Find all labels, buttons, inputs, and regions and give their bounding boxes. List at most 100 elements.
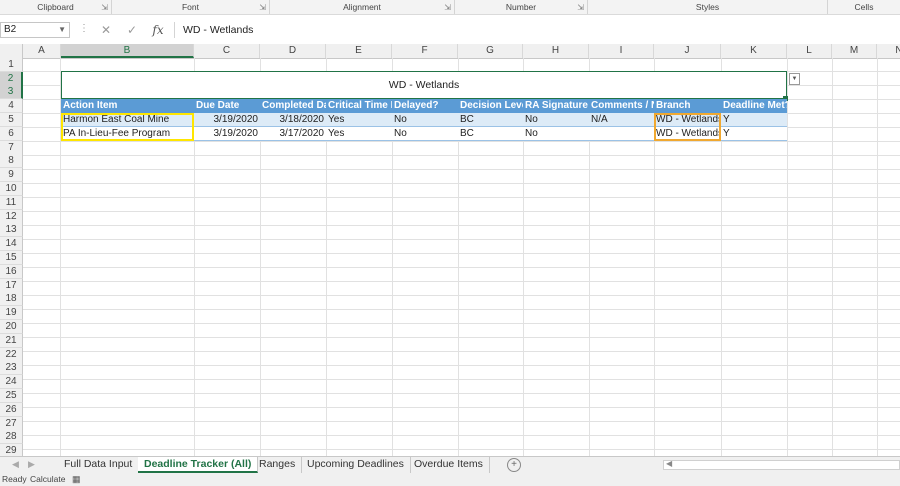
table-cell[interactable]: N/A [589, 113, 654, 127]
table-cell[interactable]: 3/18/2020 [260, 113, 326, 127]
row-header[interactable]: 16 [0, 265, 23, 279]
row-header[interactable]: 9 [0, 168, 23, 182]
row-header[interactable]: 23 [0, 361, 23, 375]
chevron-left-icon[interactable]: ◀ [666, 459, 672, 468]
row-header[interactable]: 17 [0, 279, 23, 293]
table-header-cell[interactable]: Completed Dat [260, 99, 326, 113]
row-header[interactable]: 2 [0, 72, 23, 86]
horizontal-scrollbar[interactable]: ◀ [663, 459, 900, 470]
column-header[interactable]: L [787, 44, 832, 58]
insert-function-button[interactable]: fx [148, 22, 168, 38]
column-header[interactable]: F [392, 44, 458, 58]
table-header-cell[interactable]: RA Signature R [523, 99, 589, 113]
sheet-tab-active[interactable]: Deadline Tracker (All) [138, 457, 259, 473]
column-header[interactable]: C [194, 44, 260, 58]
add-sheet-icon[interactable]: + [507, 458, 521, 472]
column-header[interactable]: K [721, 44, 787, 58]
table-header-cell[interactable]: Branch [654, 99, 721, 113]
table-header-cell[interactable]: Deadline Met? [721, 99, 787, 113]
cancel-entry-button[interactable]: ✕ [96, 22, 116, 38]
more-options-icon[interactable]: ⋮ [79, 23, 89, 34]
row-header[interactable]: 28 [0, 430, 23, 444]
select-all-button[interactable] [0, 44, 23, 58]
column-header[interactable]: E [326, 44, 392, 58]
sheet-tab[interactable]: Full Data Input [58, 457, 140, 473]
table-cell[interactable]: WD - Wetlands [654, 113, 721, 127]
row-header[interactable]: 14 [0, 237, 23, 251]
column-header[interactable]: B [61, 44, 194, 58]
table-header-cell[interactable]: Comments / N [589, 99, 654, 113]
row-header[interactable]: 20 [0, 320, 23, 334]
column-header[interactable]: I [589, 44, 654, 58]
macro-record-icon[interactable]: ▦ [72, 473, 81, 486]
table-header-cell[interactable]: Action Item [61, 99, 194, 113]
ribbon-group-alignment: Alignment ⇲ [270, 0, 455, 14]
dialog-launcher-icon[interactable]: ⇲ [259, 1, 266, 15]
sheet-tab[interactable]: Ranges [253, 457, 303, 473]
row-header[interactable]: 7 [0, 141, 23, 155]
row-header[interactable]: 22 [0, 348, 23, 362]
table-cell[interactable]: No [392, 127, 458, 141]
table-cell[interactable]: Yes [326, 127, 392, 141]
merged-title-cell[interactable]: WD - Wetlands [61, 71, 787, 99]
row-header[interactable]: 3 [0, 85, 23, 99]
table-header-cell[interactable]: Due Date [194, 99, 260, 113]
sheet-tab[interactable]: Overdue Items [408, 457, 490, 473]
row-header[interactable]: 19 [0, 306, 23, 320]
status-calculate[interactable]: Calculate [30, 473, 65, 486]
chevron-left-icon[interactable]: ◀ [12, 459, 19, 470]
row-header[interactable]: 11 [0, 196, 23, 210]
column-header[interactable]: D [260, 44, 326, 58]
table-cell[interactable]: BC [458, 113, 523, 127]
column-header[interactable]: G [458, 44, 523, 58]
row-header[interactable]: 6 [0, 127, 23, 141]
row-header[interactable]: 15 [0, 251, 23, 265]
row-header[interactable]: 12 [0, 210, 23, 224]
row-header[interactable]: 8 [0, 154, 23, 168]
chevron-down-icon[interactable]: ▼ [789, 73, 800, 85]
table-cell[interactable]: 3/17/2020 [260, 127, 326, 141]
ribbon-group-bar: Clipboard ⇲ Font ⇲ Alignment ⇲ Number ⇲ … [0, 0, 900, 15]
chevron-down-icon[interactable]: ▼ [58, 23, 66, 37]
row-header[interactable]: 27 [0, 417, 23, 431]
table-header-cell[interactable]: Critical Time Li [326, 99, 392, 113]
table-cell[interactable]: Harmon East Coal Mine [61, 113, 194, 127]
chevron-right-icon[interactable]: ▶ [28, 459, 35, 470]
row-header[interactable]: 4 [0, 99, 23, 113]
table-header-cell[interactable]: Delayed? [392, 99, 458, 113]
table-cell[interactable] [589, 127, 654, 141]
table-cell[interactable]: BC [458, 127, 523, 141]
row-header[interactable]: 13 [0, 223, 23, 237]
table-cell[interactable]: Y [721, 113, 787, 127]
table-cell[interactable]: 3/19/2020 [194, 113, 260, 127]
column-header[interactable]: M [832, 44, 877, 58]
row-header[interactable]: 25 [0, 389, 23, 403]
table-cell[interactable]: No [523, 127, 589, 141]
sheet-tab[interactable]: Upcoming Deadlines [301, 457, 411, 473]
column-header[interactable]: N [877, 44, 900, 58]
row-header[interactable]: 1 [0, 58, 23, 72]
column-header[interactable]: J [654, 44, 721, 58]
column-header[interactable]: H [523, 44, 589, 58]
column-header[interactable]: A [23, 44, 61, 58]
dialog-launcher-icon[interactable]: ⇲ [101, 1, 108, 15]
table-cell[interactable]: 3/19/2020 [194, 127, 260, 141]
row-header[interactable]: 26 [0, 403, 23, 417]
row-header[interactable]: 5 [0, 113, 23, 127]
row-header[interactable]: 18 [0, 292, 23, 306]
name-box[interactable]: B2 ▼ [0, 22, 70, 38]
table-cell[interactable]: Y [721, 127, 787, 141]
dialog-launcher-icon[interactable]: ⇲ [444, 1, 451, 15]
table-cell[interactable]: WD - Wetlands [654, 127, 721, 141]
table-cell[interactable]: Yes [326, 113, 392, 127]
table-cell[interactable]: No [523, 113, 589, 127]
row-header[interactable]: 24 [0, 375, 23, 389]
formula-input[interactable]: WD - Wetlands [174, 22, 900, 38]
row-header[interactable]: 21 [0, 334, 23, 348]
row-header[interactable]: 10 [0, 182, 23, 196]
table-cell[interactable]: No [392, 113, 458, 127]
dialog-launcher-icon[interactable]: ⇲ [577, 1, 584, 15]
table-header-cell[interactable]: Decision Level [458, 99, 523, 113]
table-cell[interactable]: PA In-Lieu-Fee Program [61, 127, 194, 141]
confirm-entry-button[interactable]: ✓ [122, 22, 142, 38]
